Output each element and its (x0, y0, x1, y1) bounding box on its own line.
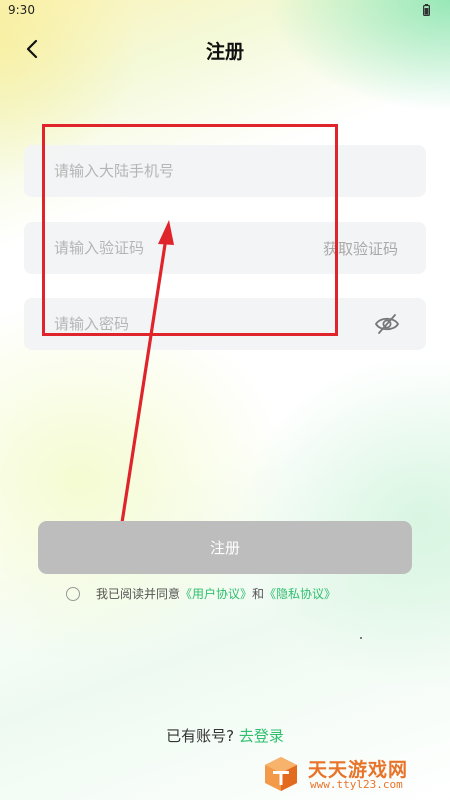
verification-code-input[interactable] (54, 222, 294, 274)
cube-logo-icon (265, 757, 297, 791)
agreement-row: 我已阅读并同意《用户协议》和《隐私协议》 (66, 585, 336, 602)
verification-code-field[interactable]: 获取验证码 (24, 222, 426, 274)
phone-field[interactable] (24, 145, 426, 197)
eye-off-icon[interactable] (374, 311, 400, 337)
watermark-url: www.ttyl23.com (310, 778, 403, 791)
app-screen: 9:30 注册 获取验证码 注册 我已阅读并同意《用户协议》和《隐私协议》 (0, 0, 450, 800)
annotation-arrow (115, 220, 174, 557)
agreement-prefix: 我已阅读并同意 (96, 587, 181, 601)
agreement-and: 和 (252, 587, 265, 601)
login-row: 已有账号? 去登录 (0, 725, 450, 746)
password-input[interactable] (54, 298, 294, 350)
login-link[interactable]: 去登录 (239, 727, 284, 745)
stray-dot (360, 637, 362, 639)
watermark: 天天游戏网 www.ttyl23.com (262, 755, 442, 795)
privacy-agreement-link[interactable]: 《隐私协议》 (264, 587, 336, 601)
status-bar: 9:30 (0, 0, 450, 22)
password-field[interactable] (24, 298, 426, 350)
status-time: 9:30 (8, 3, 35, 17)
get-code-button[interactable]: 获取验证码 (323, 238, 398, 259)
agreement-checkbox[interactable] (66, 586, 80, 601)
battery-icon (423, 4, 430, 16)
login-prompt: 已有账号? (166, 727, 235, 745)
page-title: 注册 (205, 41, 244, 63)
user-agreement-link[interactable]: 《用户协议》 (180, 587, 252, 601)
phone-input[interactable] (54, 145, 294, 197)
register-button[interactable]: 注册 (38, 521, 412, 574)
